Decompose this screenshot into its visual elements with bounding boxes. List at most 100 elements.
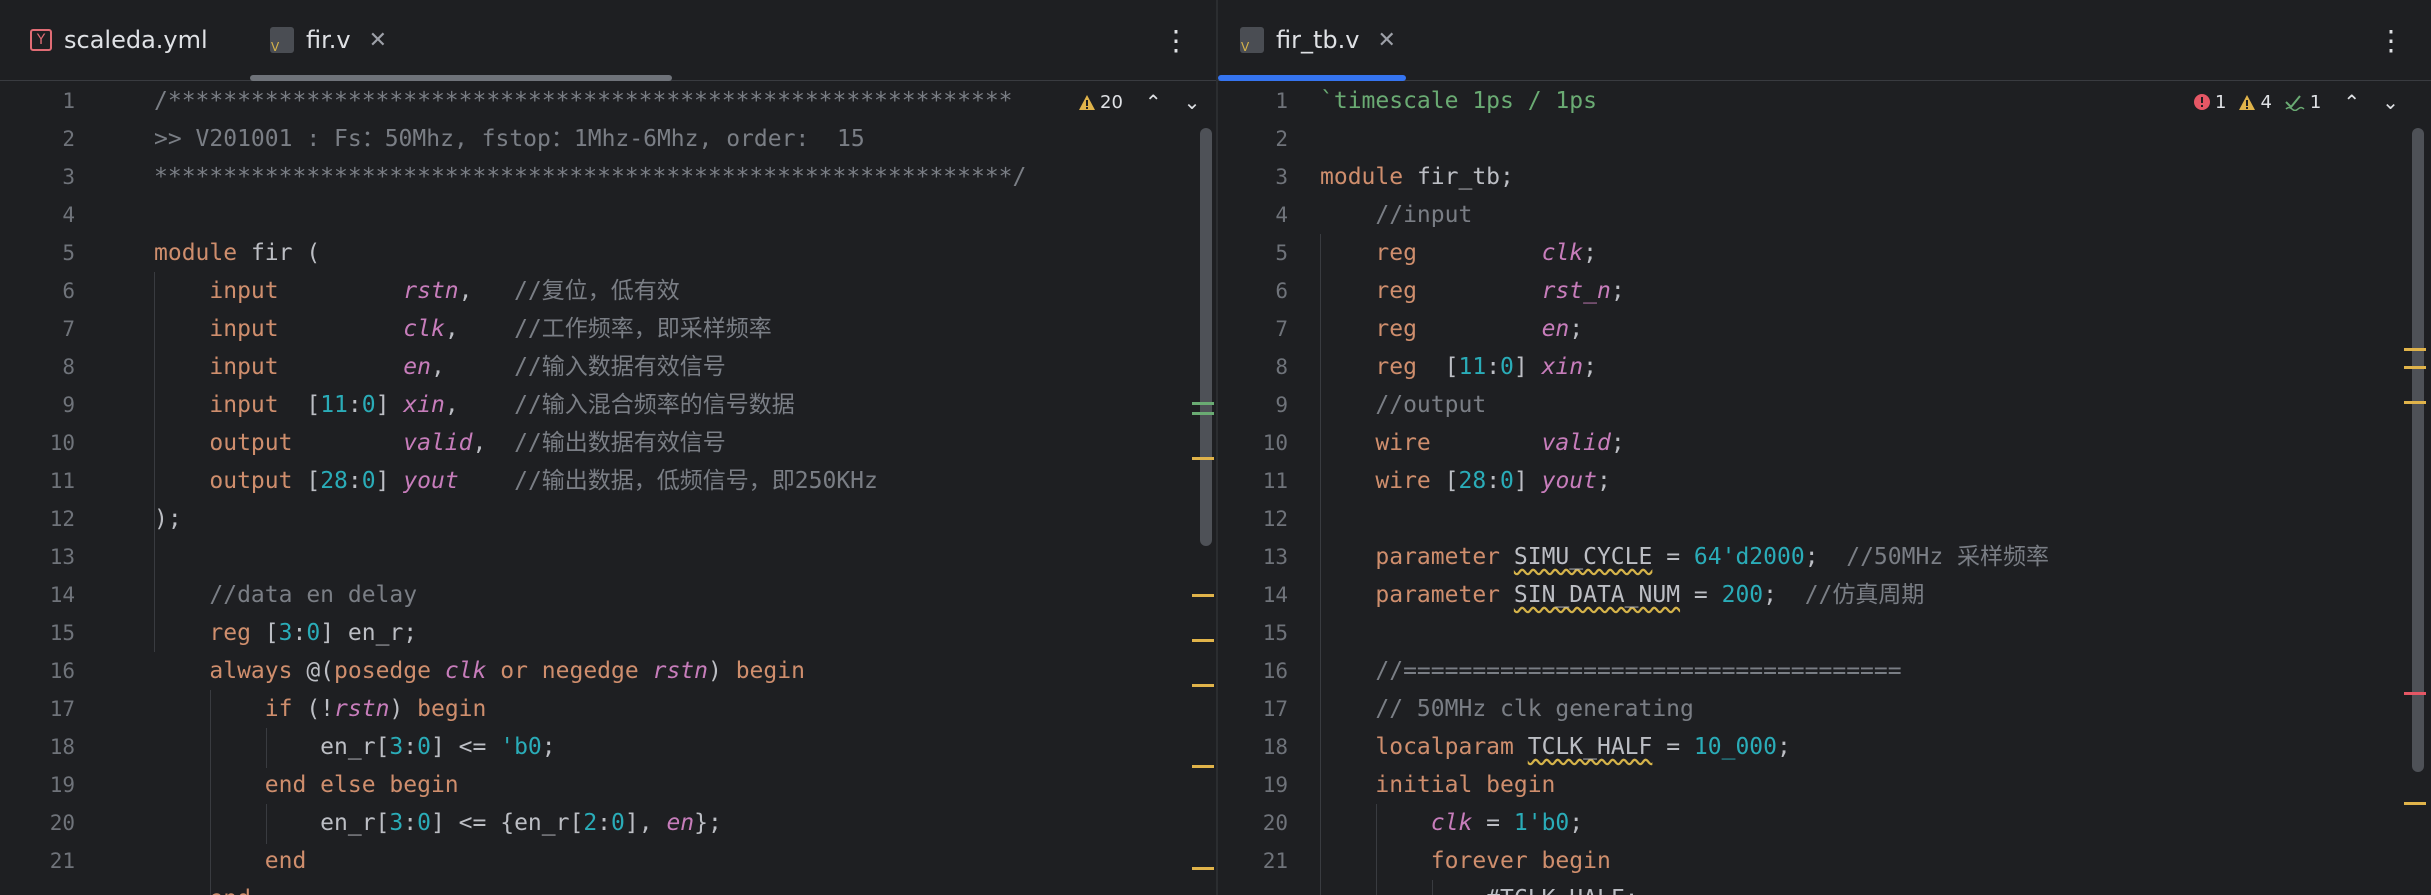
- line-number: 14: [1262, 583, 1288, 607]
- warning-marker[interactable]: [1192, 867, 1214, 870]
- left-code-editor[interactable]: 1 2 3 4 5 6 7 8 9 10 11 12 13 14 15 16 1…: [0, 82, 1216, 895]
- left-tab-bar: Y scaleda.yml V fir.v ✕ ⋮: [0, 0, 1216, 81]
- code-line: initial begin: [1375, 772, 1556, 798]
- code-line: reg en;: [1375, 316, 1584, 342]
- line-number: 17: [1262, 697, 1288, 721]
- code-line: input clk, //工作频率，即采样频率: [209, 316, 772, 342]
- line-number: 12: [1262, 507, 1288, 531]
- line-number: 13: [1262, 545, 1288, 569]
- tab-fir-tb-v[interactable]: V fir_tb.v ✕: [1218, 0, 1406, 81]
- warning-marker[interactable]: [2404, 401, 2426, 404]
- line-number: 20: [49, 811, 75, 835]
- line-number-gutter: 1 2 3 4 5 6 7 8 9 10 11 12 13 14 15 16 1…: [0, 82, 120, 895]
- code-line: output [28:0] yout //输出数据，低频信号，即250KHz: [209, 468, 878, 494]
- line-number: 19: [49, 773, 75, 797]
- line-number: 4: [62, 203, 75, 227]
- code-line: //output: [1375, 392, 1487, 418]
- line-number: 6: [1275, 279, 1288, 303]
- code-line: `timescale 1ps / 1ps: [1320, 88, 1597, 114]
- line-number: 3: [1275, 165, 1288, 189]
- change-marker[interactable]: [1192, 402, 1214, 405]
- code-line: input en, //输入数据有效信号: [209, 354, 726, 380]
- line-number: 4: [1275, 203, 1288, 227]
- code-line: );: [154, 506, 182, 532]
- line-number: 18: [1262, 735, 1288, 759]
- line-number: 21: [1262, 849, 1288, 873]
- right-code-editor[interactable]: 1 2 3 4 5 6 7 8 9 10 11 12 13 14 15 16 1…: [1218, 82, 2431, 895]
- vertical-scrollbar[interactable]: [1200, 128, 1212, 546]
- tab-actions-menu-icon[interactable]: ⋮: [1156, 18, 1196, 62]
- close-icon[interactable]: ✕: [1377, 28, 1395, 53]
- line-number: 5: [1275, 241, 1288, 265]
- code-line: en_r[3:0] <= {en_r[2:0], en};: [154, 810, 722, 836]
- code-line: //data en delay: [209, 582, 418, 608]
- yaml-file-icon: Y: [30, 29, 52, 51]
- line-number: 2: [1275, 127, 1288, 151]
- line-number: 8: [62, 355, 75, 379]
- line-number: 17: [49, 697, 75, 721]
- code-line: clk = 1'b0;: [1430, 810, 1584, 836]
- line-number: 11: [1262, 469, 1288, 493]
- code-line: wire valid;: [1375, 430, 1625, 456]
- code-line: output valid, //输出数据有效信号: [209, 430, 726, 456]
- line-number: 1: [62, 89, 75, 113]
- code-line: end else begin: [264, 772, 459, 798]
- code-line: >> V201001 : Fs：50Mhz, fstop：1Mhz-6Mhz, …: [154, 126, 865, 152]
- code-line: end: [264, 848, 307, 874]
- warning-marker[interactable]: [2404, 366, 2426, 369]
- code-area[interactable]: `timescale 1ps / 1ps module fir_tb; //in…: [1320, 82, 2371, 895]
- warning-marker[interactable]: [2404, 348, 2426, 351]
- line-number: 8: [1275, 355, 1288, 379]
- line-number: 6: [62, 279, 75, 303]
- line-number-gutter: 1 2 3 4 5 6 7 8 9 10 11 12 13 14 15 16 1…: [1218, 82, 1318, 895]
- code-line: wire [28:0] yout;: [1375, 468, 1611, 494]
- warning-marker[interactable]: [1192, 765, 1214, 768]
- right-editor-pane: V fir_tb.v ✕ ⋮ 1 4 1 ⌃ ⌄ 1 2 3 4 5 6 7 8…: [1218, 0, 2431, 895]
- line-number: 19: [1262, 773, 1288, 797]
- code-line: #TCLK_HALF;: [1320, 880, 1638, 895]
- line-number: 14: [49, 583, 75, 607]
- line-number: 1: [1275, 89, 1288, 113]
- line-number: 12: [49, 507, 75, 531]
- vertical-scrollbar[interactable]: [2412, 128, 2424, 772]
- code-line: module fir_tb;: [1320, 164, 1514, 190]
- line-number: 11: [49, 469, 75, 493]
- tab-scaleda-yml[interactable]: Y scaleda.yml: [30, 0, 208, 80]
- code-line: input rstn, //复位，低有效: [209, 278, 680, 304]
- error-marker[interactable]: [2404, 692, 2426, 695]
- code-line: if (!rstn) begin: [264, 696, 487, 722]
- right-tab-bar: V fir_tb.v ✕ ⋮: [1218, 0, 2431, 81]
- tab-fir-v[interactable]: V fir.v ✕: [250, 0, 672, 81]
- code-area[interactable]: /***************************************…: [154, 82, 1156, 895]
- code-line: en_r[3:0] <= 'b0;: [154, 734, 556, 760]
- line-number: 15: [49, 621, 75, 645]
- line-number: 10: [49, 431, 75, 455]
- line-number: 16: [49, 659, 75, 683]
- warning-marker[interactable]: [1192, 639, 1214, 642]
- warning-marker[interactable]: [2404, 802, 2426, 805]
- tab-label: scaleda.yml: [64, 26, 208, 54]
- line-number: 16: [1262, 659, 1288, 683]
- code-line: //====================================: [1375, 658, 1902, 684]
- close-icon[interactable]: ✕: [369, 28, 387, 53]
- warning-marker[interactable]: [1192, 594, 1214, 597]
- code-line: input [11:0] xin, //输入混合频率的信号数据: [209, 392, 795, 418]
- line-number: 7: [62, 317, 75, 341]
- change-marker[interactable]: [1192, 412, 1214, 415]
- code-line: ****************************************…: [154, 164, 1027, 190]
- code-line: parameter SIMU_CYCLE = 64'd2000; //50MHz…: [1375, 544, 2050, 570]
- code-line: // 50MHz clk generating: [1375, 696, 1694, 722]
- tab-actions-menu-icon[interactable]: ⋮: [2371, 18, 2411, 62]
- line-number: 10: [1262, 431, 1288, 455]
- warning-marker[interactable]: [1192, 684, 1214, 687]
- line-number: 2: [62, 127, 75, 151]
- warning-marker[interactable]: [1192, 457, 1214, 460]
- code-line: forever begin: [1430, 848, 1611, 874]
- line-number: 5: [62, 241, 75, 265]
- line-number: 20: [1262, 811, 1288, 835]
- line-number: 3: [62, 165, 75, 189]
- code-line: parameter SIN_DATA_NUM = 200; //仿真周期: [1375, 582, 1925, 608]
- code-line: end: [154, 880, 251, 895]
- active-tab-indicator: [250, 75, 672, 81]
- code-line: //input: [1375, 202, 1473, 228]
